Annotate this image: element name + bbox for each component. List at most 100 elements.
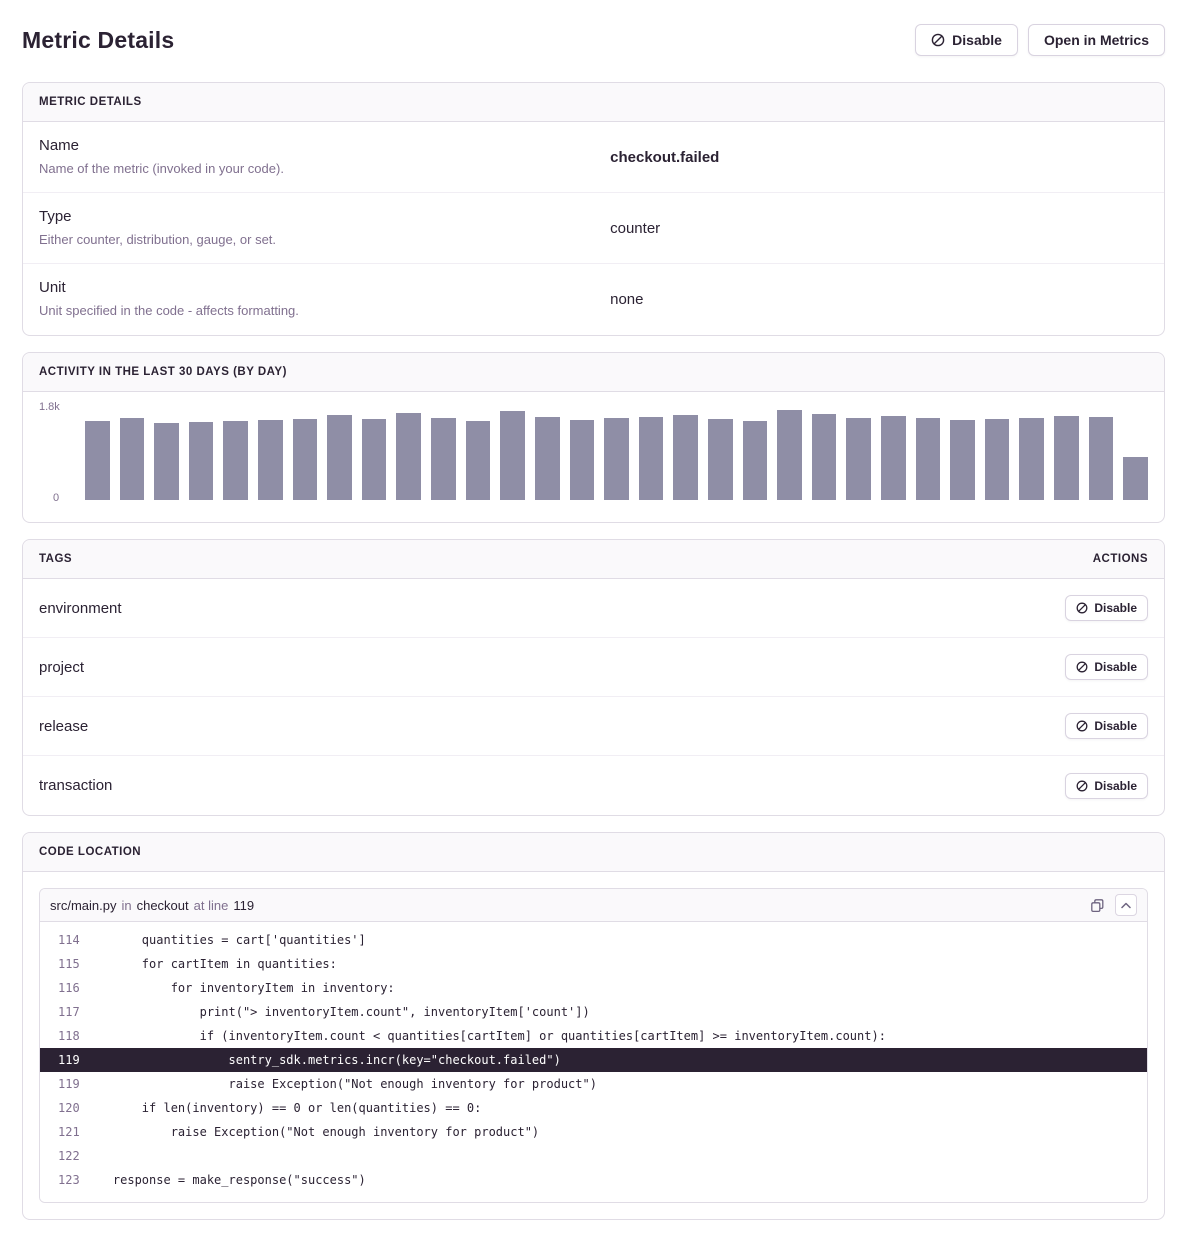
- code-line-number: 114: [40, 928, 84, 952]
- activity-bar: [189, 422, 214, 500]
- disable-tag-label: Disable: [1094, 660, 1137, 674]
- code-location-panel-header: CODE LOCATION: [23, 833, 1164, 872]
- code-line-number: 122: [40, 1144, 84, 1168]
- code-body: 114 quantities = cart['quantities'] 115 …: [40, 922, 1147, 1202]
- detail-description: Unit specified in the code - affects for…: [39, 303, 610, 318]
- activity-bar: [708, 419, 733, 500]
- activity-bar: [950, 420, 975, 500]
- tag-name: release: [39, 718, 88, 735]
- activity-bar: [846, 418, 871, 500]
- activity-bar: [1123, 457, 1148, 500]
- code-line-text: raise Exception("Not enough inventory fo…: [84, 1120, 539, 1144]
- copy-icon: [1090, 898, 1105, 913]
- disable-metric-label: Disable: [952, 32, 1002, 48]
- detail-row-name-left: Name Name of the metric (invoked in your…: [39, 137, 610, 177]
- code-line-text: for inventoryItem in inventory:: [84, 976, 395, 1000]
- activity-bar: [500, 411, 525, 500]
- copy-code-button[interactable]: [1088, 896, 1107, 915]
- disable-tag-transaction-button[interactable]: Disable: [1065, 773, 1148, 799]
- activity-bar: [258, 420, 283, 500]
- activity-bar: [777, 410, 802, 500]
- activity-panel-title: ACTIVITY IN THE LAST 30 DAYS (BY DAY): [39, 366, 287, 378]
- disable-tag-label: Disable: [1094, 719, 1137, 733]
- code-line-text: raise Exception("Not enough inventory fo…: [84, 1072, 597, 1096]
- code-line: 120 if len(inventory) == 0 or len(quanti…: [40, 1096, 1147, 1120]
- tag-row-transaction: transaction Disable: [23, 756, 1164, 815]
- metric-details-page: Metric Details Disable Open in Metrics M…: [0, 0, 1200, 1260]
- activity-bar: [812, 414, 837, 500]
- code-at-line-word: at line: [194, 898, 229, 913]
- code-line-text: print("> inventoryItem.count", inventory…: [84, 1000, 590, 1024]
- metric-details-panel: METRIC DETAILS Name Name of the metric (…: [22, 82, 1165, 336]
- collapse-code-button[interactable]: [1115, 894, 1137, 916]
- activity-bar: [916, 418, 941, 500]
- code-line-text: if (inventoryItem.count < quantities[car…: [84, 1024, 886, 1048]
- ban-icon: [1076, 720, 1088, 732]
- detail-label: Name: [39, 137, 610, 154]
- code-line-number: 123: [40, 1168, 84, 1192]
- code-line: 123 response = make_response("success"): [40, 1168, 1147, 1192]
- code-line-number: 118: [40, 1024, 84, 1048]
- activity-bar: [466, 421, 491, 500]
- code-line-number: 115: [40, 952, 84, 976]
- code-line: 116 for inventoryItem in inventory:: [40, 976, 1147, 1000]
- detail-row-type: Type Either counter, distribution, gauge…: [23, 193, 1164, 264]
- code-path: src/main.py in checkout at line 119: [50, 898, 254, 913]
- disable-metric-button[interactable]: Disable: [915, 24, 1018, 56]
- code-line-number: 116: [40, 976, 84, 1000]
- activity-bar: [535, 417, 560, 500]
- activity-bar: [396, 413, 421, 500]
- page-header: Metric Details Disable Open in Metrics: [22, 24, 1165, 56]
- disable-tag-project-button[interactable]: Disable: [1065, 654, 1148, 680]
- disable-tag-label: Disable: [1094, 779, 1137, 793]
- activity-bar: [327, 415, 352, 501]
- activity-bar: [639, 417, 664, 500]
- detail-label: Unit: [39, 279, 610, 296]
- detail-row-unit-left: Unit Unit specified in the code - affect…: [39, 279, 610, 320]
- page-title: Metric Details: [22, 27, 174, 54]
- ban-icon: [1076, 661, 1088, 673]
- activity-bar: [293, 419, 318, 500]
- code-file-name: src/main.py: [50, 898, 116, 913]
- tag-row-environment: environment Disable: [23, 579, 1164, 638]
- code-line-text: sentry_sdk.metrics.incr(key="checkout.fa…: [84, 1048, 561, 1072]
- detail-value-unit: none: [610, 291, 1148, 308]
- activity-bar: [985, 419, 1010, 500]
- code-line-text: for cartItem in quantities:: [84, 952, 337, 976]
- activity-bar: [431, 418, 456, 500]
- disable-tag-release-button[interactable]: Disable: [1065, 713, 1148, 739]
- code-line: 117 print("> inventoryItem.count", inven…: [40, 1000, 1147, 1024]
- detail-description: Either counter, distribution, gauge, or …: [39, 232, 610, 247]
- ban-icon: [1076, 602, 1088, 614]
- detail-value-name: checkout.failed: [610, 149, 1148, 166]
- chevron-up-icon: [1121, 902, 1131, 909]
- code-line-number: 120: [40, 1096, 84, 1120]
- code-location-panel-title: CODE LOCATION: [39, 846, 141, 858]
- activity-panel-header: ACTIVITY IN THE LAST 30 DAYS (BY DAY): [23, 353, 1164, 392]
- activity-bar: [362, 419, 387, 500]
- code-line: 119 raise Exception("Not enough inventor…: [40, 1072, 1147, 1096]
- code-line: 115 for cartItem in quantities:: [40, 952, 1147, 976]
- ban-icon: [1076, 780, 1088, 792]
- activity-panel: ACTIVITY IN THE LAST 30 DAYS (BY DAY) 1.…: [22, 352, 1165, 523]
- tag-name: project: [39, 659, 84, 676]
- code-header-actions: [1088, 894, 1137, 916]
- code-line-text: response = make_response("success"): [84, 1168, 366, 1192]
- ban-icon: [931, 33, 945, 47]
- metric-details-panel-header: METRIC DETAILS: [23, 83, 1164, 122]
- y-axis-tick-zero: 0: [39, 492, 79, 504]
- activity-bar: [673, 415, 698, 500]
- tag-name: transaction: [39, 777, 112, 794]
- activity-bar: [120, 418, 145, 500]
- code-line: 118 if (inventoryItem.count < quantities…: [40, 1024, 1147, 1048]
- activity-bar: [154, 423, 179, 500]
- code-line-number: 121: [40, 1120, 84, 1144]
- disable-tag-environment-button[interactable]: Disable: [1065, 595, 1148, 621]
- detail-row-type-left: Type Either counter, distribution, gauge…: [39, 208, 610, 248]
- tags-panel-title: TAGS: [39, 553, 72, 565]
- activity-bar: [1089, 417, 1114, 500]
- open-in-metrics-button[interactable]: Open in Metrics: [1028, 24, 1165, 56]
- code-function-name: checkout: [137, 898, 189, 913]
- code-in-word: in: [121, 898, 131, 913]
- y-axis-tick-max: 1.8k: [39, 401, 79, 413]
